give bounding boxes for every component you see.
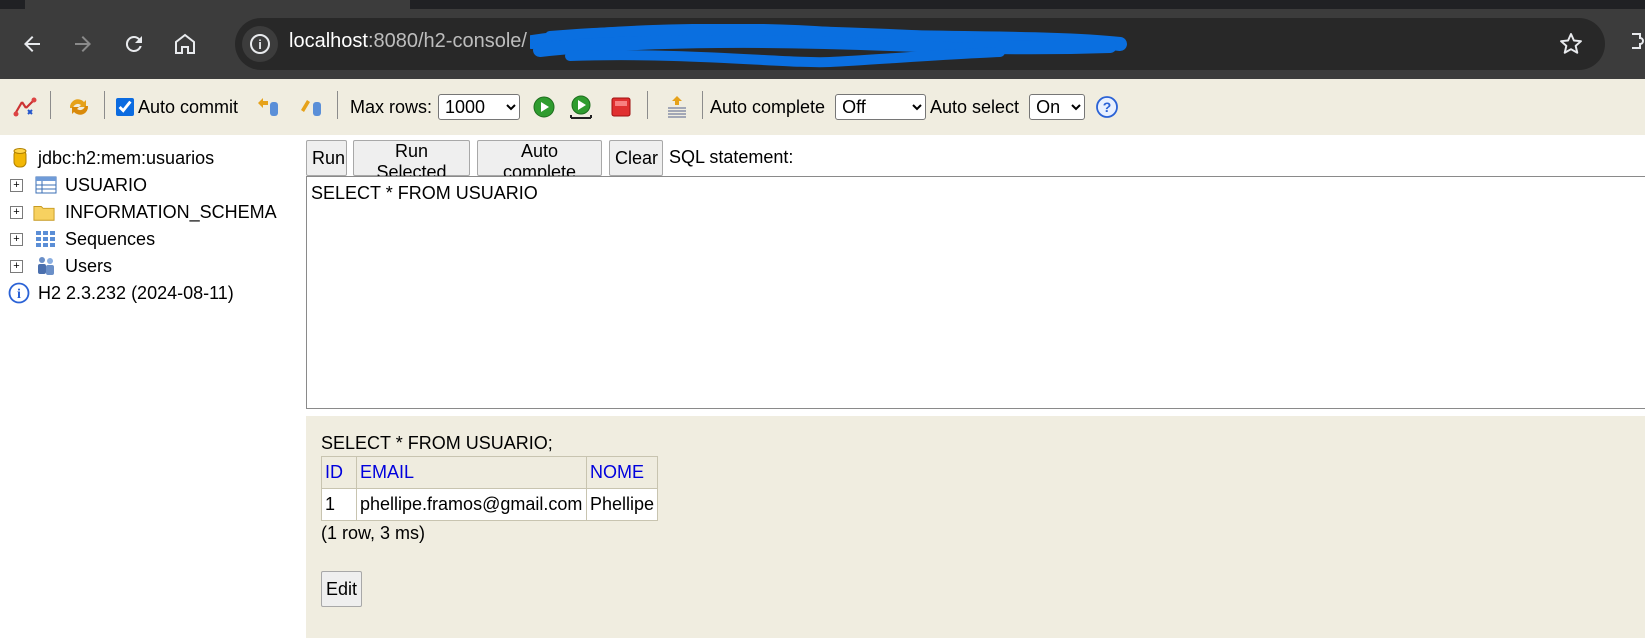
stop-icon[interactable] <box>608 79 634 135</box>
help-icon[interactable]: ? <box>1094 79 1120 135</box>
folder-icon <box>33 201 55 223</box>
auto-commit-label: Auto commit <box>138 96 239 117</box>
table-row: 1 phellipe.framos@gmail.com Phellipe <box>321 488 659 521</box>
auto-complete: Auto complete Off <box>710 79 927 135</box>
cell-email: phellipe.framos@gmail.com <box>356 488 587 521</box>
auto-select-select[interactable]: On <box>1029 94 1086 120</box>
site-info-icon[interactable]: i <box>242 26 278 62</box>
toolbar-separator <box>702 91 703 119</box>
result-table: ID EMAIL NOME 1 phellipe.framos@gmail.co… <box>321 456 659 521</box>
browser-chrome: i localhost:8080/h2-console/ <box>0 0 1645 79</box>
column-header-nome[interactable]: NOME <box>585 456 659 489</box>
max-rows-label: Max rows: <box>350 96 433 117</box>
svg-text:?: ? <box>1103 99 1112 115</box>
disconnect-icon[interactable] <box>12 79 38 135</box>
table-header-row: ID EMAIL NOME <box>321 456 659 489</box>
database-icon <box>9 147 31 169</box>
h2-toolbar: Auto commit Max rows: 1000 Auto complete… <box>0 79 1645 135</box>
sql-statement-label: SQL statement: <box>669 147 794 167</box>
reload-icon[interactable] <box>116 26 152 62</box>
results-panel: SELECT * FROM USUARIO; ID EMAIL NOME 1 p… <box>306 416 1645 638</box>
active-tab[interactable] <box>25 0 410 9</box>
tree-item-label: INFORMATION_SCHEMA <box>65 201 277 222</box>
auto-commit-checkbox[interactable] <box>116 98 134 116</box>
rollback-icon[interactable] <box>255 79 281 135</box>
auto-complete-label: Auto complete <box>710 96 826 117</box>
toolbar-separator <box>647 91 648 119</box>
run-button[interactable]: Run <box>306 140 347 176</box>
info-icon: i <box>8 282 30 304</box>
svg-text:i: i <box>17 287 21 302</box>
auto-complete-button[interactable]: Auto complete <box>477 140 602 182</box>
home-icon[interactable] <box>167 26 203 62</box>
result-sql: SELECT * FROM USUARIO; <box>321 433 553 453</box>
redaction-scribble <box>530 24 1127 68</box>
schema-tree: jdbc:h2:mem:usuarios + USUARIO + INFORMA… <box>0 135 300 638</box>
result-meta: (1 row, 3 ms) <box>321 523 426 543</box>
auto-select-label: Auto select <box>930 96 1020 117</box>
history-icon[interactable] <box>664 79 690 135</box>
edit-button[interactable]: Edit <box>321 571 363 607</box>
url-host: localhost <box>289 30 368 52</box>
clear-button[interactable]: Clear <box>609 140 663 176</box>
version-label: H2 2.3.232 (2024-08-11) <box>38 282 234 303</box>
back-icon[interactable] <box>14 26 50 62</box>
toolbar-separator <box>50 91 51 119</box>
toolbar-separator <box>104 91 105 119</box>
max-rows: Max rows: 1000 <box>350 79 521 135</box>
execute-icon[interactable] <box>531 79 557 135</box>
tab-strip <box>0 0 1645 9</box>
column-header-email[interactable]: EMAIL <box>356 456 587 489</box>
sql-editor[interactable]: SELECT * FROM USUARIO <box>306 176 1645 409</box>
expand-icon[interactable]: + <box>10 205 23 219</box>
url-path: :8080/h2-console/ <box>367 30 527 52</box>
auto-select: Auto select On <box>930 79 1086 135</box>
run-selected-button[interactable]: Run Selected <box>353 140 470 182</box>
auto-commit[interactable]: Auto commit <box>116 79 238 135</box>
expand-icon[interactable]: + <box>10 259 23 273</box>
connection-label: jdbc:h2:mem:usuarios <box>38 147 215 168</box>
tree-item-label: USUARIO <box>65 174 148 195</box>
toolbar-separator <box>337 91 338 119</box>
refresh-icon[interactable] <box>66 79 92 135</box>
table-icon <box>35 174 57 196</box>
url-text[interactable]: localhost:8080/h2-console/ <box>289 30 527 53</box>
commit-icon[interactable] <box>298 79 324 135</box>
tree-item-label: Users <box>65 255 113 276</box>
column-header-id[interactable]: ID <box>321 456 357 489</box>
cell-id: 1 <box>321 488 357 521</box>
extensions-icon[interactable] <box>1628 28 1645 58</box>
tree-item-label: Sequences <box>65 228 156 249</box>
bookmark-star-icon[interactable] <box>1553 26 1589 62</box>
expand-icon[interactable]: + <box>10 232 23 246</box>
sequences-icon <box>35 228 57 250</box>
auto-complete-select[interactable]: Off <box>835 94 927 120</box>
cell-nome: Phellipe <box>585 488 659 521</box>
max-rows-select[interactable]: 1000 <box>438 94 521 120</box>
users-icon <box>35 255 57 277</box>
execute-batch-icon[interactable] <box>568 79 594 135</box>
forward-icon[interactable] <box>65 26 101 62</box>
expand-icon[interactable]: + <box>10 178 23 192</box>
